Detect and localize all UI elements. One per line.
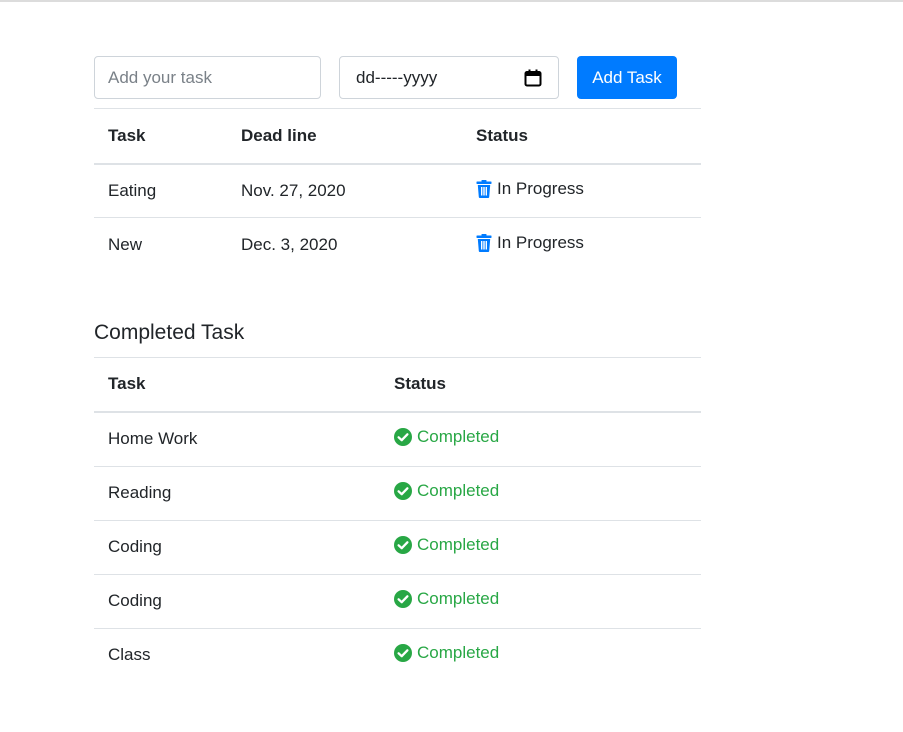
status-text: Completed xyxy=(417,643,500,663)
todo-container: dd-----yyyy Add Task Task Dead line Stat… xyxy=(94,56,701,682)
task-name: Coding xyxy=(94,573,380,628)
status-text: In Progress xyxy=(497,232,584,252)
task-deadline: Dec. 3, 2020 xyxy=(227,217,462,272)
completed-tasks-table: Task Status Home Work Completed Reading xyxy=(94,356,701,682)
trash-icon[interactable] xyxy=(476,233,492,252)
check-circle-icon xyxy=(394,482,412,500)
table-row: Reading Completed xyxy=(94,465,701,520)
task-status-cell: Completed xyxy=(380,627,701,682)
table-row: Class Completed xyxy=(94,627,701,682)
task-name: New xyxy=(94,217,227,272)
task-status-cell: Completed xyxy=(380,573,701,628)
status-completed: Completed xyxy=(394,427,499,447)
task-status-cell: In Progress xyxy=(462,164,701,218)
header-status: Status xyxy=(380,356,701,413)
check-circle-icon xyxy=(394,644,412,663)
task-name: Eating xyxy=(108,180,157,200)
calendar-icon[interactable] xyxy=(524,69,542,87)
status-completed: Completed xyxy=(394,481,499,501)
status-text: Completed xyxy=(417,535,500,554)
active-tasks-table: Task Dead line Status Eating Nov. 27, 20… xyxy=(94,108,701,272)
status-text: Completed xyxy=(417,481,500,500)
task-status-cell: Completed xyxy=(380,465,701,520)
task-status-cell: Completed xyxy=(380,519,701,574)
top-divider xyxy=(0,0,903,2)
status-in-progress: In Progress xyxy=(476,233,584,253)
table-row: Home Work Completed xyxy=(94,412,701,466)
status-completed: Completed xyxy=(394,643,499,663)
check-circle-icon xyxy=(394,536,412,554)
trash-icon[interactable] xyxy=(476,179,492,198)
table-header-row: Task Dead line Status xyxy=(94,108,701,165)
task-input[interactable] xyxy=(94,56,321,99)
table-row: Eating Nov. 27, 2020 In Progress xyxy=(94,164,701,218)
table-row: New Dec. 3, 2020 In Progress xyxy=(94,217,701,272)
task-name: Home Work xyxy=(108,429,198,449)
date-placeholder: dd-----yyyy xyxy=(356,67,438,87)
deadline-date-input[interactable]: dd-----yyyy xyxy=(339,56,559,99)
task-name: Class xyxy=(94,627,380,682)
status-text: Completed xyxy=(417,427,500,447)
task-status-cell: Completed xyxy=(380,412,701,466)
status-text: Completed xyxy=(417,589,500,608)
table-row: Coding Completed xyxy=(94,573,701,628)
check-circle-icon xyxy=(394,590,412,608)
task-name: Reading xyxy=(94,465,380,520)
header-deadline: Dead line xyxy=(227,108,462,165)
add-task-button[interactable]: Add Task xyxy=(577,56,677,99)
task-status-cell: In Progress xyxy=(462,217,701,272)
header-status: Status xyxy=(462,108,701,165)
status-in-progress: In Progress xyxy=(476,179,584,199)
header-task: Task xyxy=(94,108,227,165)
table-row: Coding Completed xyxy=(94,519,701,574)
status-text: In Progress xyxy=(497,178,584,198)
task-deadline: Nov. 27, 2020 xyxy=(241,180,346,200)
header-task: Task xyxy=(94,356,380,413)
task-name: Coding xyxy=(94,519,380,574)
check-circle-icon xyxy=(394,428,412,447)
status-completed: Completed xyxy=(394,535,499,555)
add-task-form: dd-----yyyy Add Task xyxy=(94,56,701,99)
status-completed: Completed xyxy=(394,589,499,609)
table-header-row: Task Status xyxy=(94,356,701,413)
completed-section-title: Completed Task xyxy=(94,320,245,344)
